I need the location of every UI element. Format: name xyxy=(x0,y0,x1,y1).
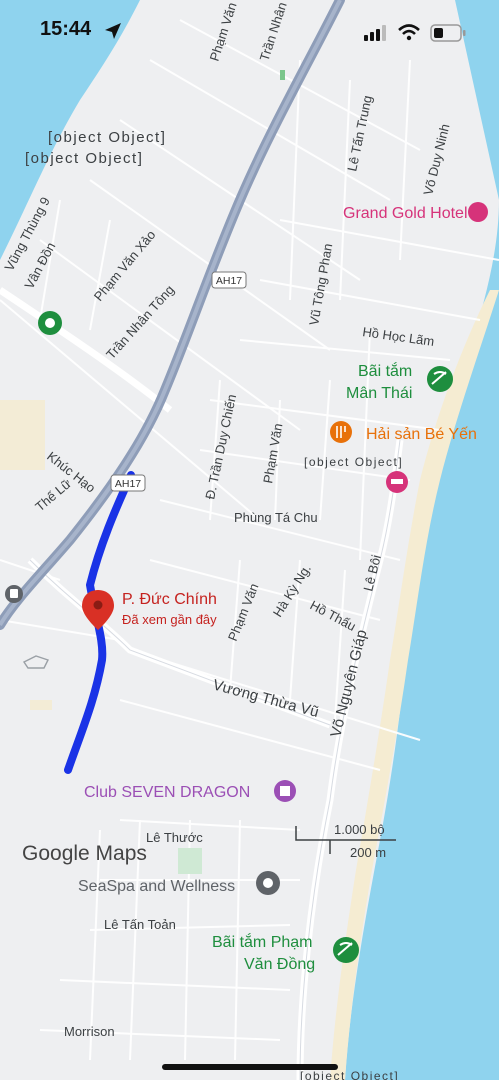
highway-badge-2: AH17 xyxy=(110,474,146,492)
wifi-icon xyxy=(398,24,420,41)
area-label: [object Object] xyxy=(304,455,403,469)
status-time: 15:44 xyxy=(40,18,92,40)
poi-label: Club SEVEN DRAGON xyxy=(84,784,250,801)
green-poi-marker[interactable] xyxy=(38,311,62,335)
poi-label: Hải sản Bé Yến xyxy=(366,426,477,443)
street-label: Morrison xyxy=(64,1024,115,1039)
cellular-signal-icon xyxy=(364,25,386,41)
area-label: [object Object] xyxy=(300,1069,399,1080)
area-label: [object Object] xyxy=(25,150,143,167)
location-arrow-icon xyxy=(105,23,121,39)
poi-label: SeaSpa and Wellness xyxy=(78,878,235,895)
street-label: Lê Tấn Toản xyxy=(104,917,176,932)
poi-label: Bãi tắm xyxy=(358,361,412,380)
scale-metric: 200 m xyxy=(350,845,386,860)
pin-title: P. Đức Chính xyxy=(122,591,217,608)
street-label: Lê Thước xyxy=(146,830,203,845)
beach-umbrella-icon xyxy=(333,937,359,963)
bus-stop-icon[interactable] xyxy=(5,585,23,603)
poi-grand-gold-hotel[interactable]: Grand Gold Hotel xyxy=(343,202,488,222)
area-label: [object Object] xyxy=(48,129,166,146)
map-canvas[interactable]: AH17 AH17 Phạm Văn Trần Nhân Lê Tấn Trun… xyxy=(0,0,499,1080)
poi-label: Grand Gold Hotel xyxy=(343,205,468,222)
street-label: Phùng Tá Chu xyxy=(234,510,318,525)
poi-hotel-pink[interactable] xyxy=(386,471,408,493)
poi-label: Văn Đồng xyxy=(244,956,315,973)
poi-label: Bãi tắm Phạm xyxy=(212,932,312,951)
highway-badge-label: AH17 xyxy=(216,275,242,287)
beach-umbrella-icon xyxy=(427,366,453,392)
poi-label: Mân Thái xyxy=(346,385,412,402)
scale-imperial: 1.000 bộ xyxy=(334,822,385,837)
home-indicator xyxy=(162,1064,338,1070)
battery-icon xyxy=(430,24,466,42)
google-maps-logo: Google Maps xyxy=(22,842,147,865)
pin-subtitle: Đã xem gần đây xyxy=(122,612,217,627)
highway-badge-1: AH17 xyxy=(211,271,247,289)
highway-badge-label: AH17 xyxy=(115,478,141,490)
